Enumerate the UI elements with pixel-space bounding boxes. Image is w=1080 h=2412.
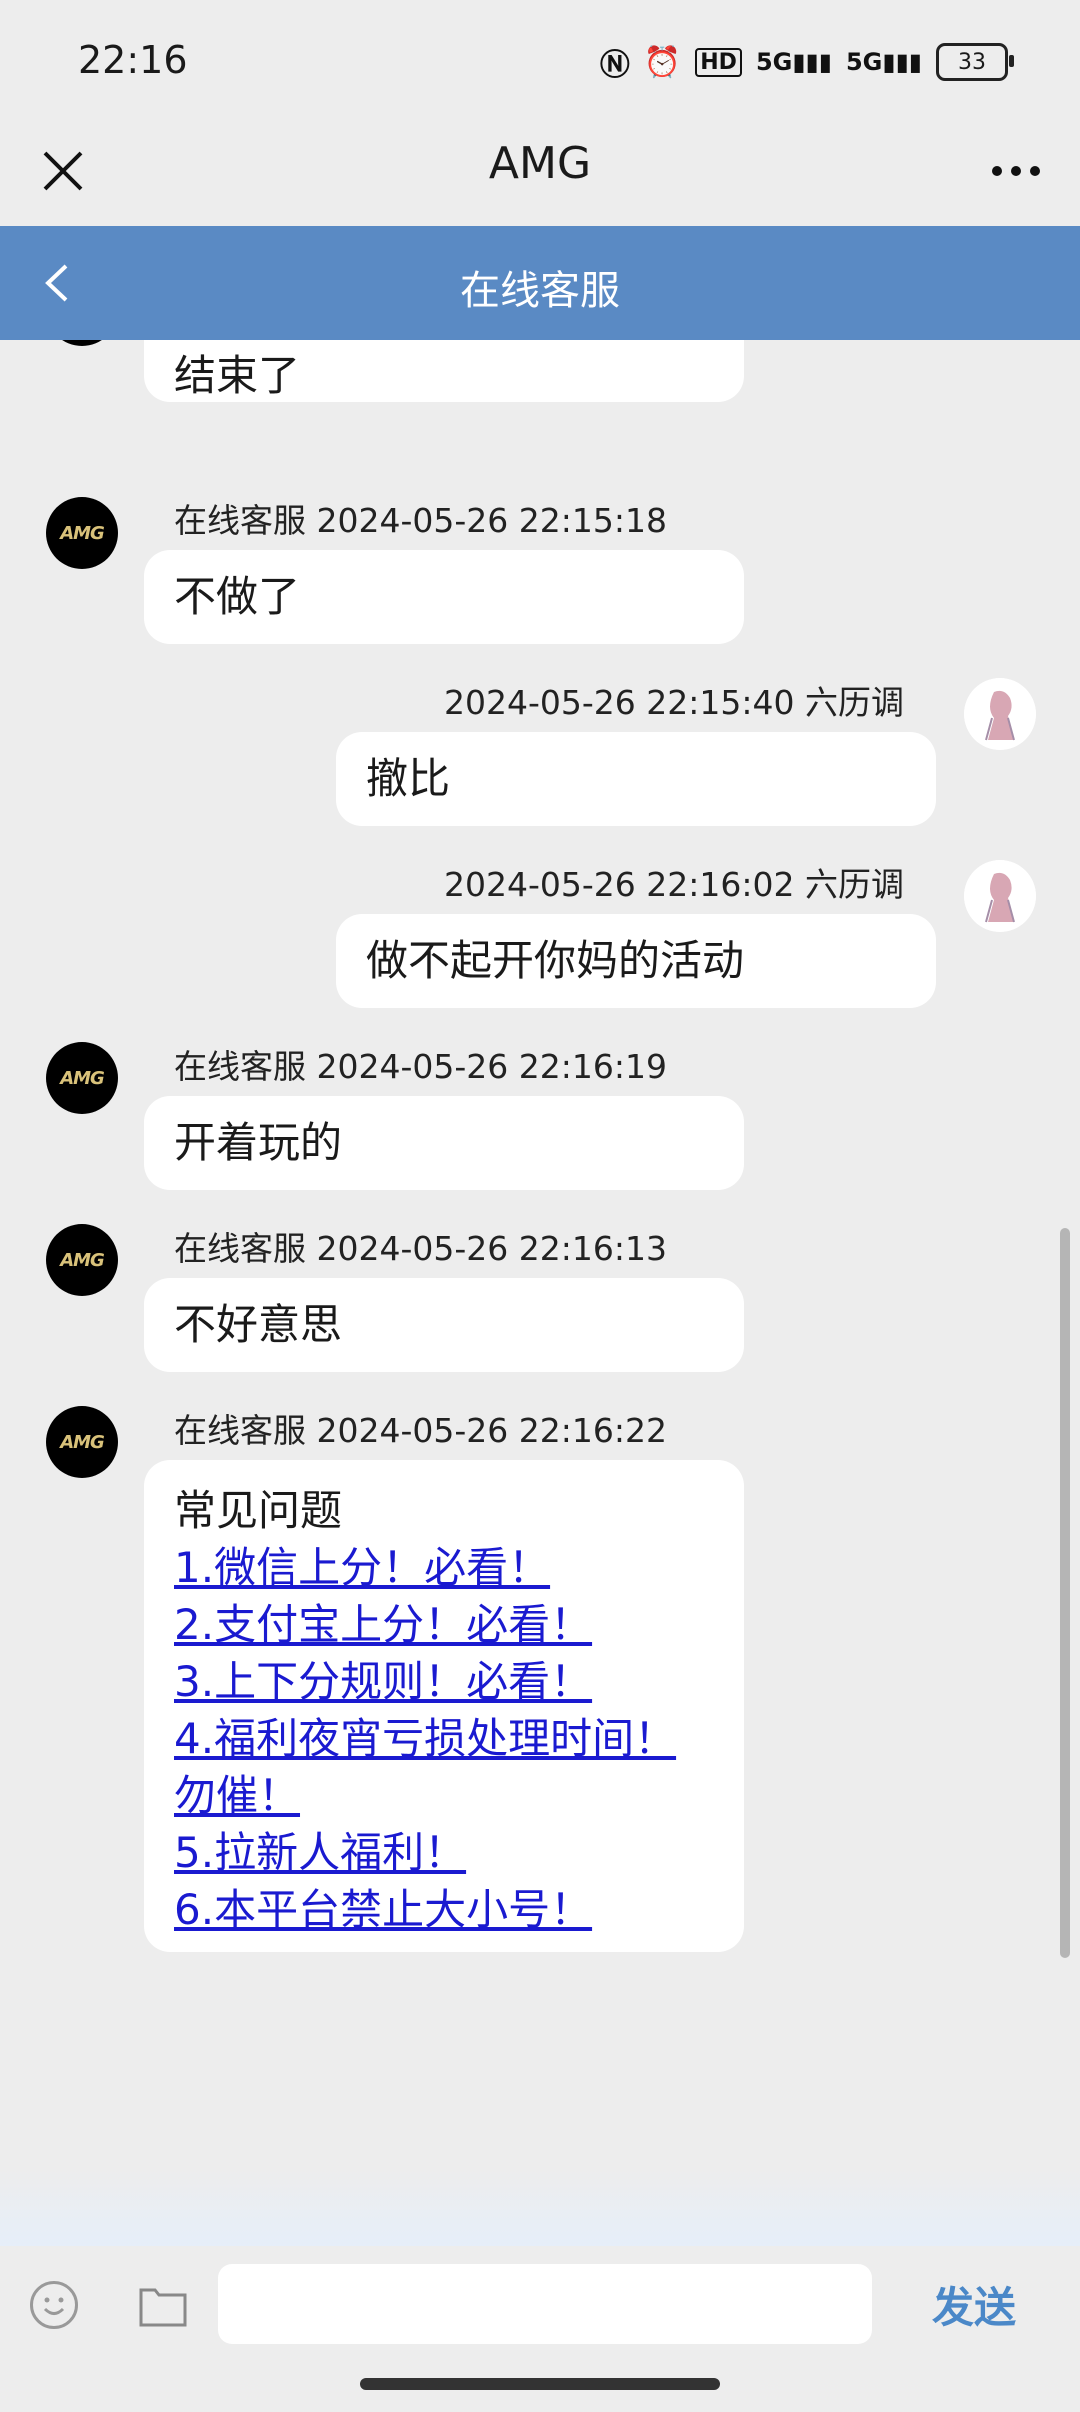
message-meta: 2024-05-26 22:16:02 六历调 [444,865,904,904]
message-meta: 在线客服 2024-05-26 22:15:18 [174,501,667,540]
chat-title: 在线客服 [460,268,620,314]
more-icon-dot [1030,166,1040,176]
faq-title: 常见问题 [174,1486,343,1535]
message-bubble: 做不起开你妈的活动 [336,914,936,1008]
emoji-button[interactable] [30,2281,78,2329]
faq-bubble: 常见问题 1.微信上分！必看！ 2.支付宝上分！必看！ 3.上下分规则！必看！ … [144,1460,744,1952]
alarm-icon: ⏰ [643,44,682,80]
battery-icon: 33 [936,43,1014,81]
message-text: 结束了 [174,351,301,400]
status-icons: Ⓝ ⏰ HD 5G▮▮▮ 5G▮▮▮ 33 [599,40,1014,84]
user-avatar [964,860,1036,932]
message-text: 不好意思 [174,1300,343,1349]
faq-link-loss-time[interactable]: 4.福利夜宵亏损处理时间！ [174,1710,714,1767]
file-button[interactable] [138,2282,188,2328]
more-icon-dot [1011,166,1021,176]
emoji-icon [43,2297,65,2315]
composer: 发送 [0,2246,1080,2358]
agent-avatar [46,340,118,346]
agent-avatar: AMG [46,1406,118,1478]
scrollbar[interactable] [1060,1228,1070,1958]
faq-link-referral[interactable]: 5.拉新人福利！ [174,1824,714,1881]
message-bubble: 撤比 [336,732,936,826]
user-avatar-icon [964,678,1036,750]
more-icon [992,166,1002,176]
message-bubble: 结束了 [144,340,744,402]
message-text: 撤比 [366,754,451,803]
faq-link-alt-accounts[interactable]: 6.本平台禁止大小号！ [174,1881,714,1938]
message-meta: 在线客服 2024-05-26 22:16:13 [174,1229,667,1268]
folder-icon [139,2288,187,2327]
more-options-button[interactable] [980,136,1052,206]
status-bar: 22:16 Ⓝ ⏰ HD 5G▮▮▮ 5G▮▮▮ 33 [0,0,1080,120]
composer-fade [0,2170,1080,2246]
status-time: 22:16 [78,38,188,82]
message-list[interactable]: 结束了 AMG 在线客服 2024-05-26 22:15:18 不做了 202… [0,340,1080,2170]
faq-link-rules[interactable]: 3.上下分规则！必看！ [174,1653,714,1710]
message-meta: 2024-05-26 22:15:40 六历调 [444,683,904,722]
faq-link-wechat[interactable]: 1.微信上分！必看！ [174,1539,714,1596]
agent-avatar: AMG [46,1042,118,1114]
signal-5g-icon-2: 5G▮▮▮ [845,48,922,76]
agent-avatar: AMG [46,1224,118,1296]
faq-link-loss-time-cont[interactable]: 勿催！ [174,1767,714,1824]
nfc-icon: Ⓝ [599,48,630,83]
message-input[interactable] [218,2264,872,2344]
signal-5g-icon: 5G▮▮▮ [755,48,832,76]
message-bubble: 不做了 [144,550,744,644]
app-title: AMG [488,138,592,189]
faq-link-alipay[interactable]: 2.支付宝上分！必看！ [174,1596,714,1653]
message-meta: 在线客服 2024-05-26 22:16:19 [174,1047,667,1086]
message-text: 不做了 [174,572,301,621]
home-indicator[interactable] [360,2378,720,2390]
message-bubble: 不好意思 [144,1278,744,1372]
message-text: 开着玩的 [174,1118,343,1167]
send-button[interactable]: 发送 [932,2274,1016,2335]
agent-avatar: AMG [46,497,118,569]
chat-header: 在线客服 [0,226,1080,340]
user-avatar-icon [964,860,1036,932]
message-bubble: 开着玩的 [144,1096,744,1190]
message-meta: 在线客服 2024-05-26 22:16:22 [174,1411,667,1450]
message-text: 做不起开你妈的活动 [366,936,745,985]
user-avatar [964,678,1036,750]
title-bar: AMG [0,120,1080,226]
hd-icon: HD [695,47,742,77]
